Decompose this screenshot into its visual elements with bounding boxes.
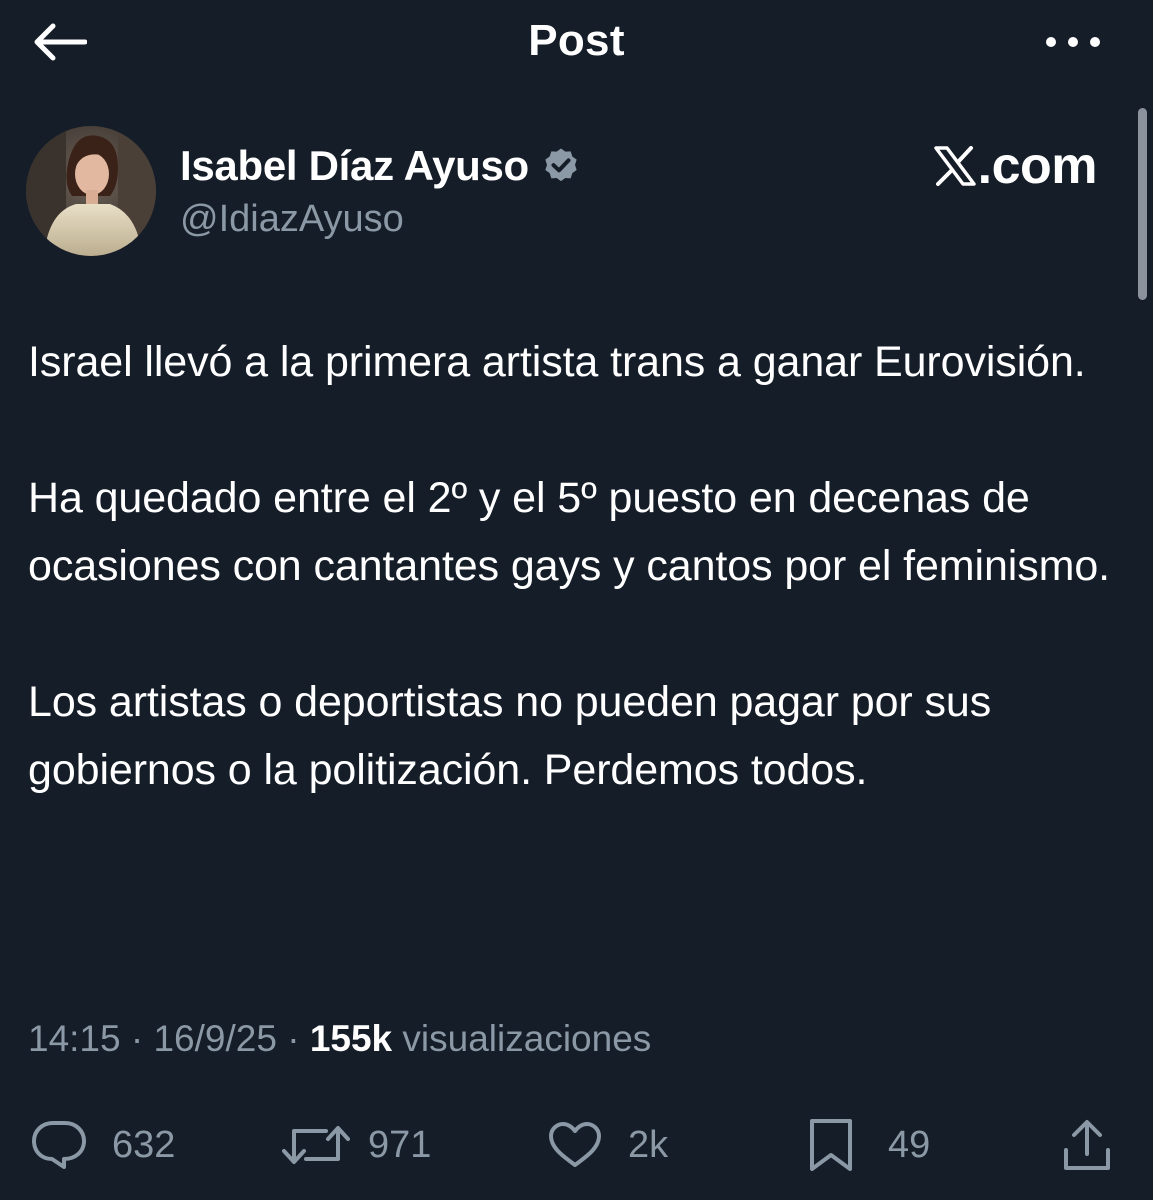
repost-icon [282, 1126, 350, 1164]
separator-dot: · [130, 1018, 154, 1059]
views-label: visualizaciones [402, 1018, 652, 1059]
scrollbar[interactable] [1138, 108, 1147, 300]
like-count: 2k [628, 1123, 669, 1166]
views-count[interactable]: 155k [310, 1018, 392, 1059]
brand-text: .com [977, 137, 1098, 195]
top-bar: Post [0, 0, 1153, 90]
author-name[interactable]: Isabel Díaz Ayuso [180, 142, 529, 190]
like-button[interactable]: 2k [548, 1110, 668, 1180]
bookmark-count: 49 [888, 1123, 931, 1166]
verified-badge-icon [545, 148, 577, 182]
more-options-button[interactable] [1041, 26, 1105, 58]
reply-count: 632 [112, 1123, 176, 1166]
page-title: Post [528, 16, 625, 65]
tweet-time[interactable]: 14:15 [28, 1018, 121, 1059]
tweet-date[interactable]: 16/9/25 [153, 1018, 276, 1059]
x-logo-icon [933, 146, 976, 186]
x-brand-watermark: .com [933, 136, 1098, 196]
author-block: Isabel Díaz Ayuso @IdiazAyuso [180, 140, 581, 241]
reply-button[interactable]: 632 [30, 1110, 175, 1180]
avatar[interactable] [26, 126, 156, 256]
tweet-text: Israel llevó a la primera artista trans … [28, 328, 1128, 804]
action-bar: 632 971 2k 49 [0, 1110, 1153, 1180]
repost-count: 971 [368, 1123, 432, 1166]
share-icon [1064, 1120, 1110, 1170]
heart-icon [549, 1122, 601, 1167]
author-handle[interactable]: @IdiazAyuso [180, 198, 581, 241]
repost-button[interactable]: 971 [282, 1110, 431, 1180]
avatar-image [26, 126, 156, 256]
tweet-paragraph: Israel llevó a la primera artista trans … [28, 338, 1086, 386]
separator-dot: · [287, 1018, 310, 1059]
tweet-paragraph: Ha quedado entre el 2º y el 5º puesto en… [28, 474, 1111, 590]
more-horizontal-icon [1046, 37, 1100, 47]
share-button[interactable] [1062, 1110, 1112, 1180]
tweet-paragraph: Los artistas o deportistas no pueden pag… [28, 678, 992, 794]
bookmark-icon [810, 1119, 852, 1171]
reply-icon [32, 1121, 86, 1169]
tweet-meta: 14:15 · 16/9/25 · 155k visualizaciones [28, 1018, 651, 1060]
bookmark-button[interactable]: 49 [808, 1110, 930, 1180]
